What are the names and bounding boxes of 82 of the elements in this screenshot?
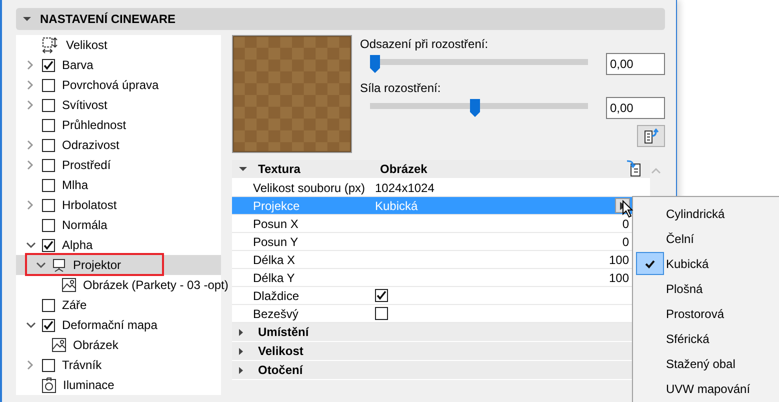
property-value: 100 <box>608 252 630 266</box>
import-document-icon[interactable] <box>626 160 642 177</box>
cursor-icon <box>622 200 634 218</box>
property-label: Délka Y <box>253 270 296 284</box>
menu-item[interactable]: Sférická <box>666 332 710 346</box>
property-value: 100 <box>608 270 630 284</box>
property-value: 0 <box>621 216 630 230</box>
tree-item-label[interactable]: Obrázek (Parkety - 03 -opt) <box>83 278 228 292</box>
checkbox[interactable] <box>42 78 55 92</box>
menu-item[interactable]: Plošná <box>666 282 703 296</box>
menu-item[interactable]: Kubická <box>666 256 709 270</box>
checkbox[interactable] <box>375 307 388 320</box>
property-label: Posun Y <box>253 234 300 248</box>
menu-item[interactable]: Prostorová <box>666 306 724 320</box>
resize-icon <box>42 36 59 54</box>
expand-chevron-icon[interactable] <box>26 360 36 370</box>
tree-item-label[interactable]: Průhlednost <box>62 118 126 132</box>
expand-chevron-icon[interactable] <box>26 60 36 70</box>
tree-item-label[interactable]: Odrazivost <box>62 138 120 152</box>
checkbox[interactable] <box>42 58 55 72</box>
property-label: Projekce <box>253 198 301 212</box>
tree-item-label[interactable]: Prostředí <box>62 158 111 172</box>
property-label: Velikost souboru (px) <box>253 180 366 194</box>
menu-item[interactable]: Cylindrická <box>666 206 725 220</box>
checkbox[interactable] <box>375 289 388 302</box>
property-value: 0 <box>621 234 630 248</box>
collapse-chevron-icon[interactable] <box>36 260 46 270</box>
checkbox[interactable] <box>42 118 55 132</box>
tree-item-label[interactable]: Deformační mapa <box>62 318 158 332</box>
tree-item-label[interactable]: Iluminace <box>63 378 114 392</box>
property-label: Délka X <box>253 252 296 266</box>
slider-thumb[interactable] <box>370 55 380 73</box>
section-header[interactable]: NASTAVENÍ CINEWARE <box>16 8 665 30</box>
group-header[interactable]: Textura <box>258 162 380 176</box>
menu-item[interactable]: Stažený obal <box>666 356 736 370</box>
tree-item-label[interactable]: Alpha <box>62 238 93 252</box>
expand-chevron-icon[interactable] <box>26 200 36 210</box>
image-icon <box>62 278 76 292</box>
tree-item-label[interactable]: Mlha <box>62 178 88 192</box>
tree-item-label[interactable]: Hrbolatost <box>62 198 117 212</box>
tree-item-label[interactable]: Obrázek <box>73 338 118 352</box>
tree-item-label[interactable]: Záře <box>62 298 87 312</box>
slider-thumb[interactable] <box>470 99 480 117</box>
property-label: Posun X <box>253 216 300 230</box>
checkbox[interactable] <box>42 218 55 232</box>
checkbox[interactable] <box>42 318 55 332</box>
expand-chevron-icon[interactable] <box>26 160 36 170</box>
document-arrow-icon <box>643 128 659 144</box>
checkbox[interactable] <box>42 238 55 252</box>
checkbox[interactable] <box>42 298 55 312</box>
checkbox[interactable] <box>42 98 55 112</box>
slider-label: Síla rozostření: <box>360 81 442 95</box>
collapse-chevron-icon[interactable] <box>26 320 36 330</box>
checkbox[interactable] <box>42 138 55 152</box>
property-label: Bezešvý <box>253 306 300 320</box>
collapse-triangle-icon[interactable] <box>238 164 248 174</box>
property-value: 1024x1024 <box>375 180 436 194</box>
export-button[interactable] <box>637 125 665 147</box>
projector-screen-icon <box>52 258 66 272</box>
value-field[interactable]: 0,00 <box>606 53 665 75</box>
slider-label: Odsazení při rozostření: <box>360 37 490 51</box>
menu-item[interactable]: UVW mapování <box>666 382 750 396</box>
checkbox[interactable] <box>42 178 55 192</box>
tree-item-label[interactable]: Svítivost <box>62 98 108 112</box>
tree-item-label[interactable]: Normála <box>62 218 108 232</box>
property-label: Dlaždice <box>253 288 300 302</box>
expand-chevron-icon[interactable] <box>26 140 36 150</box>
expand-chevron-icon[interactable] <box>26 100 36 110</box>
tree-item-label[interactable]: Trávník <box>62 358 102 372</box>
checkbox[interactable] <box>42 158 55 172</box>
tree-item-label[interactable]: Projektor <box>73 258 122 272</box>
tree-item-label[interactable]: Povrchová úprava <box>62 78 159 92</box>
tree-item-label[interactable]: Barva <box>62 58 94 72</box>
checkbox[interactable] <box>42 358 55 372</box>
tree-item-label[interactable]: Velikost <box>66 38 108 52</box>
value-field[interactable]: 0,00 <box>606 97 665 119</box>
collapse-chevron-icon[interactable] <box>26 240 36 250</box>
checkbox[interactable] <box>42 198 55 212</box>
expand-chevron-icon[interactable] <box>26 80 36 90</box>
group-value: Obrázek <box>380 162 428 176</box>
image-icon <box>52 338 66 352</box>
menu-item[interactable]: Čelní <box>666 232 694 246</box>
